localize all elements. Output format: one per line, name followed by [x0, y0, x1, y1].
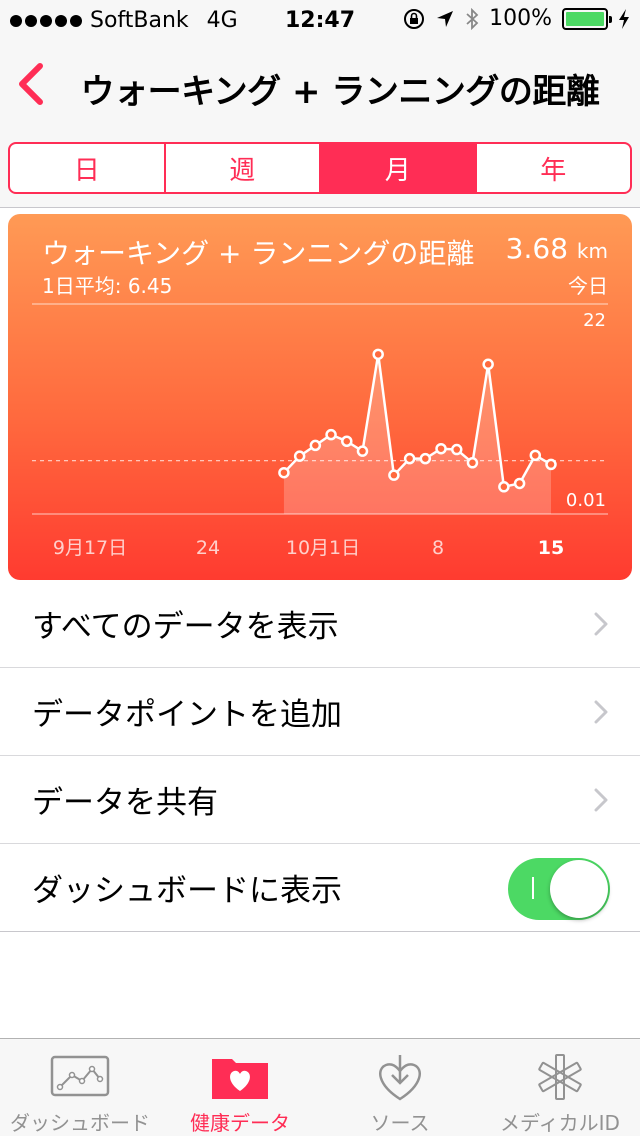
chart-data-point — [309, 439, 322, 452]
x-tick-label: 10月1日 — [286, 537, 360, 559]
chart-data-point — [529, 449, 542, 462]
show-on-dashboard-row: ダッシュボードに表示 — [0, 844, 640, 932]
today-label: 今日 — [568, 274, 608, 298]
status-right: 100% — [403, 6, 630, 31]
segment-week[interactable]: 週 — [166, 144, 321, 192]
tab-dashboard-label: ダッシュボード — [10, 1111, 150, 1135]
battery-icon — [562, 7, 612, 30]
chart-data-point — [435, 442, 447, 455]
charging-bolt-icon — [619, 8, 629, 29]
chart-card: 22 0.01 9月17日 24 10月1日 8 15 ウォーキング + ランニングの距離 … — [8, 214, 632, 580]
x-tick-label: 9月17日 — [53, 537, 127, 559]
tab-sources-label: ソース — [370, 1111, 430, 1135]
add-data-point-row[interactable]: データポイントを追加 — [0, 668, 640, 756]
show-on-dashboard-label: ダッシュボードに表示 — [32, 873, 342, 909]
today-value: 3.68 km — [506, 232, 608, 265]
status-bar: SoftBank 4G 12:47 100% — [0, 0, 640, 40]
sources-download-heart-icon — [379, 1055, 421, 1101]
chart-data-point — [498, 481, 510, 493]
chart-data-point — [372, 348, 384, 361]
add-data-point-label: データポイントを追加 — [32, 697, 342, 733]
y-min-label: 0.01 — [566, 490, 606, 511]
chart-data-point — [278, 466, 290, 479]
show-all-data-label: すべてのデータを表示 — [32, 609, 339, 645]
medical-id-asterisk-icon — [538, 1054, 582, 1100]
share-data-row[interactable]: データを共有 — [0, 756, 640, 844]
chart-area-fill — [283, 354, 551, 514]
tab-medical-id-label: メディカルID — [500, 1111, 620, 1135]
location-arrow-icon — [437, 10, 454, 27]
tab-medical-id[interactable]: メディカルID — [480, 1039, 640, 1136]
tab-sources[interactable]: ソース — [320, 1039, 480, 1136]
page-title: ウォーキング + ランニングの距離 — [80, 72, 600, 112]
tab-bar: ダッシュボード 健康データ ソース メディカルID — [0, 1038, 640, 1136]
chart-data-point — [403, 452, 416, 465]
chevron-right-icon — [594, 700, 608, 724]
daily-average: 1日平均: 6.45 — [42, 274, 173, 298]
tab-health-data-label: 健康データ — [190, 1111, 290, 1135]
orientation-lock-icon — [404, 8, 425, 29]
chart-data-point — [325, 428, 337, 441]
period-selector-bar: 日 週 月 年 — [0, 128, 640, 208]
chart-data-point — [356, 445, 369, 457]
today-value-unit: km — [576, 239, 608, 263]
chevron-right-icon — [594, 788, 608, 812]
navigation-bar: ウォーキング + ランニングの距離 — [0, 40, 640, 128]
tab-dashboard[interactable]: ダッシュボード — [0, 1039, 160, 1136]
show-all-data-row[interactable]: すべてのデータを表示 — [0, 580, 640, 668]
toggle-on-indicator — [532, 877, 534, 899]
y-max-label: 22 — [583, 310, 606, 331]
health-data-folder-icon — [212, 1059, 268, 1099]
actions-list: すべてのデータを表示 データポイントを追加 データを共有 ダッシュボードに表示 — [0, 580, 640, 932]
battery-percent: 100% — [489, 6, 552, 31]
chart-data-point — [482, 358, 494, 371]
chevron-right-icon — [594, 612, 608, 636]
show-on-dashboard-toggle[interactable] — [508, 858, 610, 920]
today-value-number: 3.68 — [505, 232, 569, 265]
chart-data-point — [545, 458, 557, 471]
segment-month[interactable]: 月 — [321, 144, 477, 192]
chart-data-point — [388, 469, 400, 481]
tab-health-data[interactable]: 健康データ — [160, 1039, 320, 1136]
x-tick-label: 24 — [196, 537, 220, 559]
chart-data-point — [419, 452, 432, 465]
x-tick-label: 15 — [538, 537, 564, 559]
period-segmented-control: 日 週 月 年 — [8, 142, 632, 194]
chart-data-point — [341, 435, 353, 447]
back-chevron-icon[interactable] — [14, 62, 50, 106]
segment-day[interactable]: 日 — [10, 144, 166, 192]
bluetooth-icon — [466, 7, 479, 30]
chart-title: ウォーキング + ランニングの距離 — [42, 237, 475, 270]
x-tick-label: 8 — [432, 537, 444, 559]
segment-year[interactable]: 年 — [477, 144, 631, 192]
toggle-knob — [550, 860, 608, 918]
chart-data-point — [293, 450, 306, 462]
dashboard-chart-icon — [50, 1055, 110, 1097]
chart-data-point — [450, 443, 463, 456]
chart-data-point — [466, 457, 479, 469]
chart-data-point — [513, 477, 526, 490]
share-data-label: データを共有 — [32, 785, 218, 821]
